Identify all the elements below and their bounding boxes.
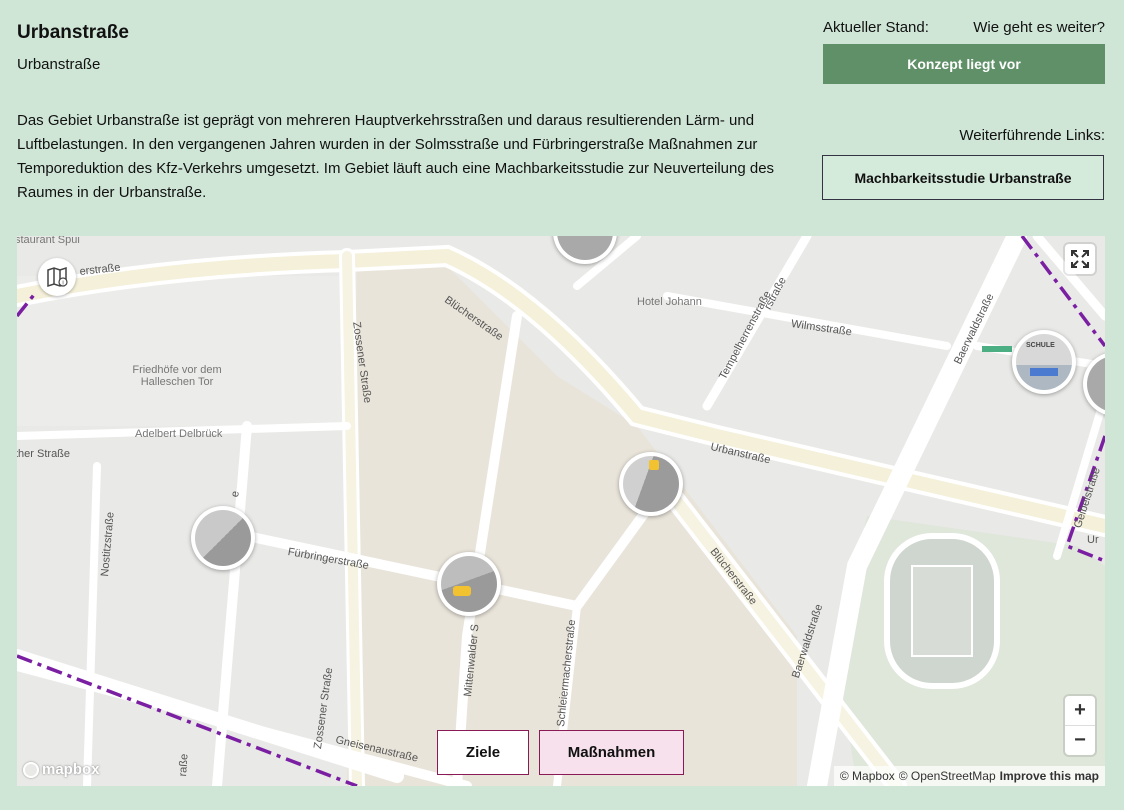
street-label: ther Straße [17,448,71,460]
tab-massnahmen[interactable]: Maßnahmen [539,730,684,775]
hotel-label: Hotel Johann [637,296,702,308]
map-info-icon: i [47,266,68,288]
fullscreen-button[interactable] [1065,244,1095,274]
measure-marker[interactable] [619,452,683,516]
links-label: Weiterführende Links: [959,127,1105,144]
page-title: Urbanstraße [17,22,129,43]
osm-attribution-link[interactable]: © OpenStreetMap [899,769,996,783]
measure-marker[interactable] [437,552,501,616]
map[interactable]: staurant Spui Hotel Johann Friedhöfe vor… [17,236,1105,786]
school-text: SCHULE [1026,342,1055,349]
street-label: Ur [1087,534,1099,546]
feasibility-study-link[interactable]: Machbarkeitsstudie Urbanstraße [822,155,1104,200]
map-attribution: © Mapbox © OpenStreetMap Improve this ma… [833,766,1105,786]
mapbox-logo[interactable]: mapbox [23,761,100,778]
description: Das Gebiet Urbanstraße ist geprägt von m… [17,112,775,201]
zoom-in-button[interactable]: + [1065,696,1095,725]
improve-map-link[interactable]: Improve this map [1000,769,1099,783]
school-marker[interactable]: SCHULE [1012,330,1076,394]
page-subtitle: Urbanstraße [17,56,101,73]
measure-marker[interactable] [191,506,255,570]
next-steps-label[interactable]: Wie geht es weiter? [973,19,1105,36]
mapbox-attribution-link[interactable]: © Mapbox [840,769,895,783]
fullscreen-icon [1071,250,1089,268]
status-labels: Aktueller Stand: Wie geht es weiter? [823,19,1105,36]
status-badge: Konzept liegt vor [823,44,1105,84]
restaurant-label: staurant Spui [17,236,80,246]
zoom-controls: + − [1065,696,1095,755]
mapbox-logo-icon [23,761,39,778]
svg-text:i: i [62,281,63,287]
current-status-label: Aktueller Stand: [823,19,929,36]
tab-ziele[interactable]: Ziele [437,730,529,775]
cemetery-label: Friedhöfe vor dem Halleschen Tor [132,364,222,388]
adelbert-label: Adelbert Delbrück [135,428,223,440]
map-legend-button[interactable]: i [38,258,76,296]
zoom-out-button[interactable]: − [1065,725,1095,755]
street-label: raße [177,753,191,777]
